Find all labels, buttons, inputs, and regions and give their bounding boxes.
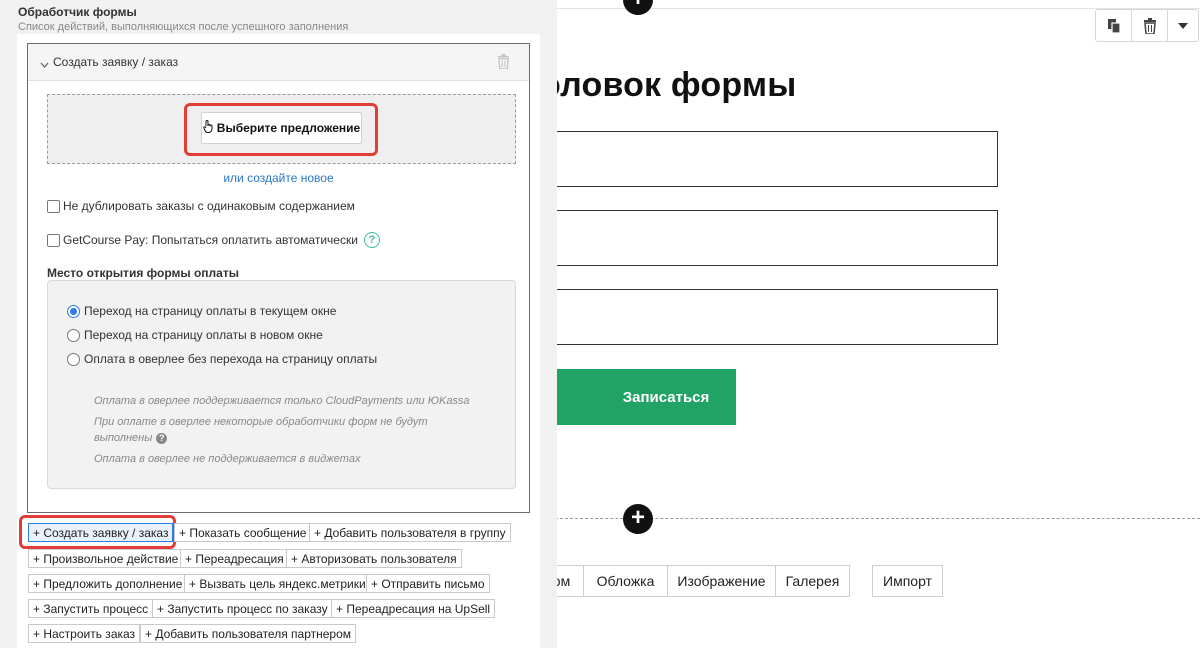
radio-current-window[interactable] bbox=[67, 304, 80, 318]
no-duplicate-orders-label: Не дублировать заказы с одинаковым содер… bbox=[63, 199, 355, 213]
overlay-note-handlers-text: выполнены bbox=[94, 432, 153, 444]
more-options-button[interactable] bbox=[1168, 10, 1198, 41]
action-yandex-goal-button[interactable]: + Вызвать цель яндекс.метрики bbox=[184, 574, 371, 593]
getcourse-pay-row[interactable]: GetCourse Pay: Попытаться оплатить автом… bbox=[47, 232, 380, 248]
getcourse-pay-label: GetCourse Pay: Попытаться оплатить автом… bbox=[63, 233, 358, 247]
block-toolbar bbox=[1095, 9, 1199, 42]
action-upsell-redirect-button[interactable]: + Переадресация на UpSell bbox=[331, 599, 496, 618]
copy-block-button[interactable] bbox=[1096, 10, 1132, 41]
submit-button[interactable]: Записаться bbox=[540, 369, 736, 425]
create-new-offer-link[interactable]: или создайте новое bbox=[28, 171, 529, 185]
action-authorize-user-button[interactable]: + Авторизовать пользователя bbox=[286, 549, 462, 568]
action-custom-button[interactable]: + Произвольное действие bbox=[28, 549, 184, 568]
form-handler-panel: Обработчик формы Список действий, выполн… bbox=[0, 0, 557, 648]
no-duplicate-orders-checkbox[interactable] bbox=[47, 199, 60, 213]
add-block-top-icon[interactable]: + bbox=[623, 0, 653, 15]
no-duplicate-orders-row[interactable]: Не дублировать заказы с одинаковым содер… bbox=[47, 199, 355, 213]
overlay-note-handlers-line2: выполнены? bbox=[94, 430, 428, 446]
highlight-create-order-action bbox=[19, 515, 176, 549]
chevron-down-icon[interactable] bbox=[40, 55, 49, 73]
trash-icon[interactable] bbox=[497, 54, 510, 74]
action-show-message-button[interactable]: + Показать сообщение bbox=[174, 523, 312, 542]
copy-icon bbox=[1107, 18, 1121, 34]
getcourse-pay-checkbox[interactable] bbox=[47, 233, 60, 247]
action-card-create-order: Создать заявку / заказ Выберите предложе… bbox=[27, 43, 530, 513]
overlay-note-handlers: При оплате в оверлее некоторые обработчи… bbox=[94, 414, 428, 446]
overlay-note-providers: Оплата в оверлее поддерживается только C… bbox=[94, 395, 470, 407]
action-start-process-button[interactable]: + Запустить процесс bbox=[28, 599, 154, 618]
overlay-note-widgets: Оплата в оверлее не поддерживается в вид… bbox=[94, 453, 361, 465]
caret-down-icon bbox=[1178, 22, 1188, 29]
form-field-3[interactable] bbox=[540, 289, 998, 345]
action-card-header[interactable]: Создать заявку / заказ bbox=[28, 44, 529, 81]
add-block-icon[interactable]: + bbox=[623, 504, 653, 534]
payment-location-label: Место открытия формы оплаты bbox=[47, 266, 239, 280]
payment-option-overlay[interactable]: Оплата в оверлее без перехода на страниц… bbox=[67, 352, 377, 366]
radio-overlay[interactable] bbox=[67, 352, 80, 366]
payment-option-label: Переход на страницу оплаты в текущем окн… bbox=[84, 304, 337, 318]
payment-option-label: Переход на страницу оплаты в новом окне bbox=[84, 328, 323, 342]
action-send-email-button[interactable]: + Отправить письмо bbox=[366, 574, 490, 593]
panel-title: Обработчик формы bbox=[18, 5, 137, 19]
question-icon[interactable]: ? bbox=[156, 432, 168, 444]
highlight-select-offer bbox=[184, 103, 378, 156]
help-icon[interactable]: ? bbox=[363, 232, 380, 248]
action-add-partner-button[interactable]: + Добавить пользователя партнером bbox=[140, 624, 357, 643]
payment-option-current-window[interactable]: Переход на страницу оплаты в текущем окн… bbox=[67, 304, 336, 318]
delete-block-button[interactable] bbox=[1132, 10, 1168, 41]
payment-options-box: Переход на страницу оплаты в текущем окн… bbox=[47, 280, 516, 489]
action-redirect-button[interactable]: + Переадресация bbox=[180, 549, 289, 568]
import-button[interactable]: Импорт bbox=[872, 565, 943, 597]
payment-option-label: Оплата в оверлее без перехода на страниц… bbox=[84, 352, 378, 366]
panel-subtitle: Список действий, выполняющихся после усп… bbox=[18, 21, 349, 33]
payment-option-new-window[interactable]: Переход на страницу оплаты в новом окне bbox=[67, 328, 323, 342]
form-title[interactable]: оловок формы bbox=[540, 66, 797, 105]
overlay-note-handlers-line1: При оплате в оверлее некоторые обработчи… bbox=[94, 416, 428, 428]
action-configure-order-button[interactable]: + Настроить заказ bbox=[28, 624, 141, 643]
block-image-button[interactable]: Изображение bbox=[667, 565, 776, 597]
action-add-user-to-group-button[interactable]: + Добавить пользователя в группу bbox=[309, 523, 511, 542]
block-gallery-button[interactable]: Галерея bbox=[775, 565, 850, 597]
trash-icon bbox=[1143, 17, 1156, 34]
form-field-2[interactable] bbox=[540, 210, 998, 266]
action-card-title: Создать заявку / заказ bbox=[53, 55, 179, 69]
radio-new-window[interactable] bbox=[67, 328, 80, 342]
action-offer-addon-button[interactable]: + Предложить дополнение bbox=[28, 574, 188, 593]
action-start-order-process-button[interactable]: + Запустить процесс по заказу bbox=[152, 599, 333, 618]
form-field-1[interactable] bbox=[540, 131, 998, 187]
block-cover-button[interactable]: Обложка bbox=[584, 565, 668, 597]
